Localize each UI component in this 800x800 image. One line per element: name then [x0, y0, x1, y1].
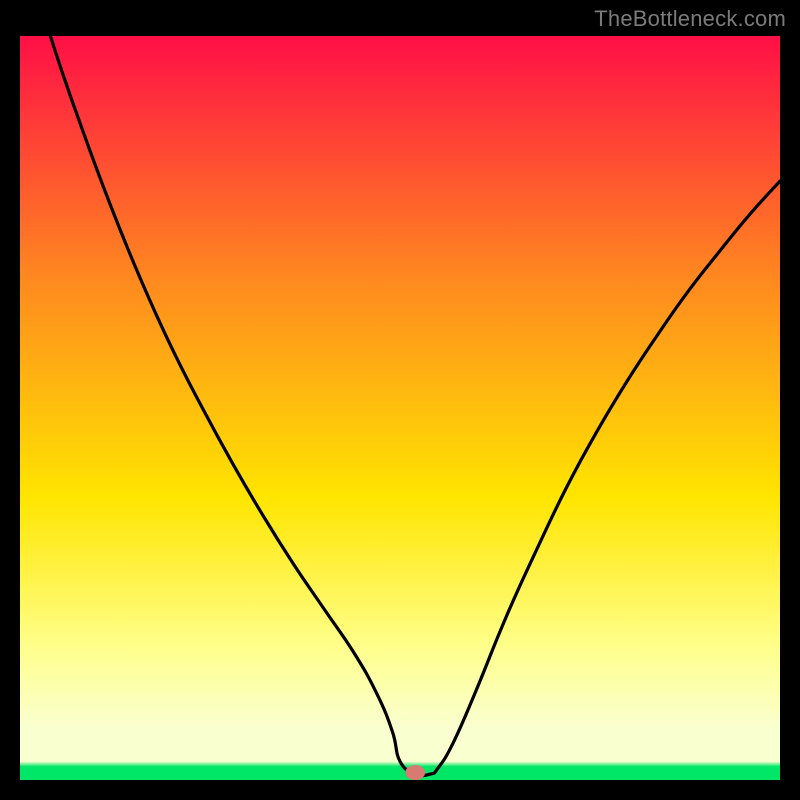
bottleneck-chart: [20, 36, 780, 780]
watermark-text: TheBottleneck.com: [594, 6, 786, 32]
chart-frame: TheBottleneck.com: [0, 0, 800, 800]
plot-area: [20, 36, 780, 780]
optimal-point-marker: [405, 765, 425, 780]
